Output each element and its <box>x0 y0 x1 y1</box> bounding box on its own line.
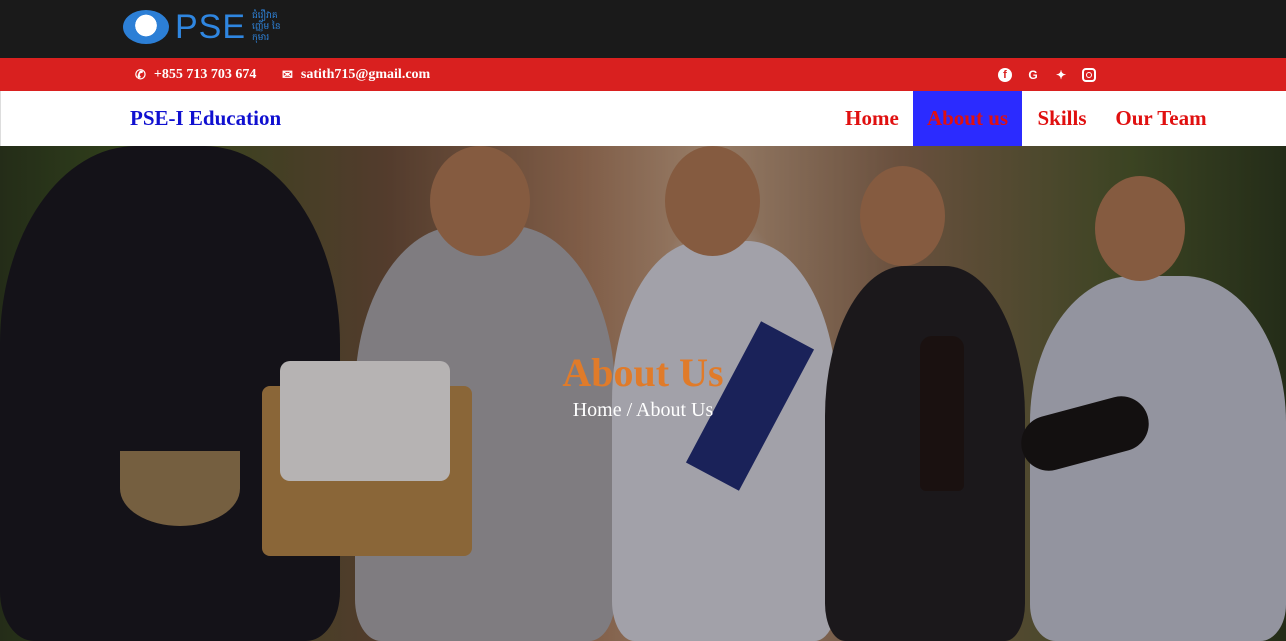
contact-phone[interactable]: ✆ +855 713 703 674 <box>135 58 256 91</box>
instagram-icon[interactable] <box>1082 67 1096 82</box>
hero-banner: About Us Home / About Us <box>0 146 1286 641</box>
navbar: PSE-I Education Home About us Skills Our… <box>0 91 1286 146</box>
facebook-icon[interactable]: f <box>998 67 1012 82</box>
page-title: About Us <box>562 350 724 395</box>
social-links: f G ✦ <box>998 58 1110 91</box>
nav-home[interactable]: Home <box>831 91 913 146</box>
logo-bar: PSE ជំរឿវាគ ញ្ញើម នៃកុមារ <box>0 0 1286 58</box>
brand-link[interactable]: PSE-I Education <box>130 91 281 146</box>
page: PSE ជំរឿវាគ ញ្ញើម នៃកុមារ ✆ +855 713 703… <box>0 0 1286 641</box>
nav-about-us[interactable]: About us <box>913 91 1022 146</box>
breadcrumb-current: About Us <box>636 399 714 421</box>
contact-bar: ✆ +855 713 703 674 ✉ satith715@gmail.com… <box>0 58 1286 91</box>
nav-our-team[interactable]: Our Team <box>1102 91 1220 146</box>
breadcrumb: Home / About Us <box>0 397 1286 423</box>
email-address: satith715@gmail.com <box>300 66 431 82</box>
google-icon[interactable]: G <box>1026 68 1040 82</box>
twitter-icon[interactable]: ✦ <box>1054 68 1068 82</box>
logo-subtext: ជំរឿវាគ ញ្ញើម នៃកុមារ <box>252 10 281 43</box>
logo-text: PSE <box>175 8 247 46</box>
breadcrumb-separator: / <box>621 399 637 421</box>
logo[interactable]: PSE ជំរឿវាគ ញ្ញើម នៃកុមារ <box>123 8 296 46</box>
contact-email[interactable]: ✉ satith715@gmail.com <box>282 58 430 91</box>
phone-number: +855 713 703 674 <box>153 66 257 82</box>
breadcrumb-home-link[interactable]: Home <box>573 399 622 421</box>
nav-skills[interactable]: Skills <box>1022 91 1102 146</box>
envelope-icon: ✉ <box>282 66 293 82</box>
logo-emblem-icon <box>123 10 169 44</box>
phone-icon: ✆ <box>135 66 146 82</box>
